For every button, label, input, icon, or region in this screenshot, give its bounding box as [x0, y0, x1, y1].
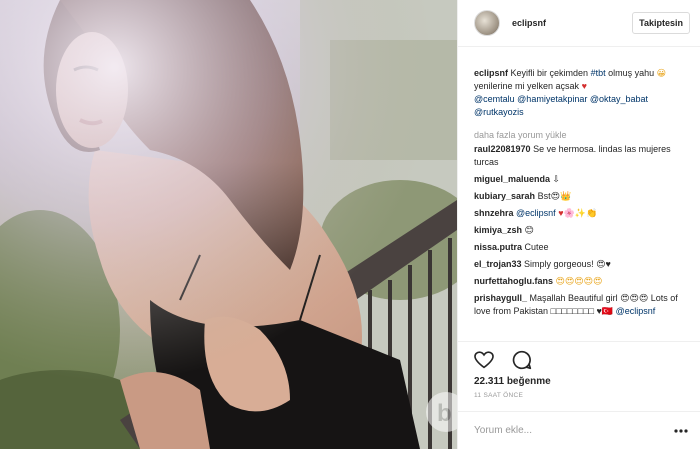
comment-username[interactable]: nissa.putra: [474, 242, 522, 252]
mention-link[interactable]: @hamiyetakpinar: [517, 94, 587, 104]
mention-link[interactable]: @eclipsnf: [516, 208, 556, 218]
comment: miguel_maluenda ⇩: [474, 173, 688, 186]
post-caption: eclipsnf Keyifli bir çekimden #tbt olmuş…: [474, 67, 688, 119]
grin-emoji: 😀: [656, 68, 666, 78]
following-button[interactable]: Takiptesin: [632, 12, 690, 34]
mention-link[interactable]: @rutkayozis: [474, 107, 524, 117]
hashtag-link[interactable]: #tbt: [591, 68, 606, 78]
add-comment-bar: [458, 411, 700, 449]
post-timestamp: 11 SAAT ÖNCE: [474, 392, 524, 399]
caption-username[interactable]: eclipsnf: [474, 68, 508, 78]
comment-text: ♥🌸✨👏: [558, 208, 598, 218]
post-header: eclipsnf Takiptesin: [458, 0, 700, 47]
comment: raul22081970 Se ve hermosa. lindas las m…: [474, 143, 688, 169]
mention-link[interactable]: @oktay_babat: [590, 94, 648, 104]
load-more-comments-link[interactable]: daha fazla yorum yükle: [474, 129, 688, 142]
comment-username[interactable]: nurfettahoglu.fans: [474, 276, 553, 286]
action-icons: [474, 346, 684, 374]
post-actions: 22.311 beğenme 11 SAAT ÖNCE: [458, 341, 700, 411]
comment-username[interactable]: prishaygull_: [474, 293, 527, 303]
svg-text:b: b: [437, 400, 452, 427]
comment: shnzehra @eclipsnf ♥🌸✨👏: [474, 207, 688, 220]
comment: kubiary_sarah Bst😍👑: [474, 190, 688, 203]
comment-text: 😍😍😍😍😍: [555, 276, 603, 286]
avatar[interactable]: [474, 10, 500, 36]
mention-link[interactable]: @cemtalu: [474, 94, 515, 104]
more-dots-icon[interactable]: [674, 428, 688, 433]
comment: nissa.putra Cutee: [474, 241, 688, 254]
comment-username[interactable]: kimiya_zsh: [474, 225, 522, 235]
instagram-post: b eclipsnf Takiptesin eclipsnf Keyifli b…: [0, 0, 700, 449]
comment-text: Cutee: [524, 242, 549, 252]
post-photo[interactable]: b: [0, 0, 457, 449]
comment-text: 😊: [524, 225, 534, 235]
mention-link[interactable]: @eclipsnf: [616, 306, 656, 316]
comment: el_trojan33 Simply gorgeous! 😍♥: [474, 258, 688, 271]
comment-username[interactable]: kubiary_sarah: [474, 191, 535, 201]
caption-text-3: yenilerine mi yelken açsak: [474, 81, 582, 91]
comment-text: ⇩: [552, 174, 561, 184]
comments-list: eclipsnf Keyifli bir çekimden #tbt olmuş…: [458, 47, 700, 341]
post-side-panel: eclipsnf Takiptesin eclipsnf Keyifli bir…: [457, 0, 700, 449]
comment-username[interactable]: miguel_maluenda: [474, 174, 550, 184]
comment-username[interactable]: shnzehra: [474, 208, 514, 218]
comment-username[interactable]: raul22081970: [474, 144, 531, 154]
like-count[interactable]: 22.311 beğenme: [474, 376, 684, 387]
comment-input[interactable]: [474, 425, 674, 436]
comment-username[interactable]: el_trojan33: [474, 259, 522, 269]
post-username[interactable]: eclipsnf: [512, 18, 632, 28]
caption-text-2: olmuş yahu: [605, 68, 657, 78]
caption-text-1: Keyifli bir çekimden: [510, 68, 591, 78]
comment-text: Simply gorgeous! 😍♥: [524, 259, 611, 269]
heart-outline-icon[interactable]: [474, 351, 494, 369]
comment: nurfettahoglu.fans 😍😍😍😍😍: [474, 275, 688, 288]
photo-illustration: b: [0, 0, 457, 449]
comment: kimiya_zsh 😊: [474, 224, 688, 237]
comment: prishaygull_ Maşallah Beautiful girl 😍😍😍…: [474, 292, 688, 318]
speech-bubble-icon[interactable]: [512, 350, 532, 370]
heart-emoji: ♥: [581, 81, 587, 91]
comment-text: Bst😍👑: [537, 191, 572, 201]
